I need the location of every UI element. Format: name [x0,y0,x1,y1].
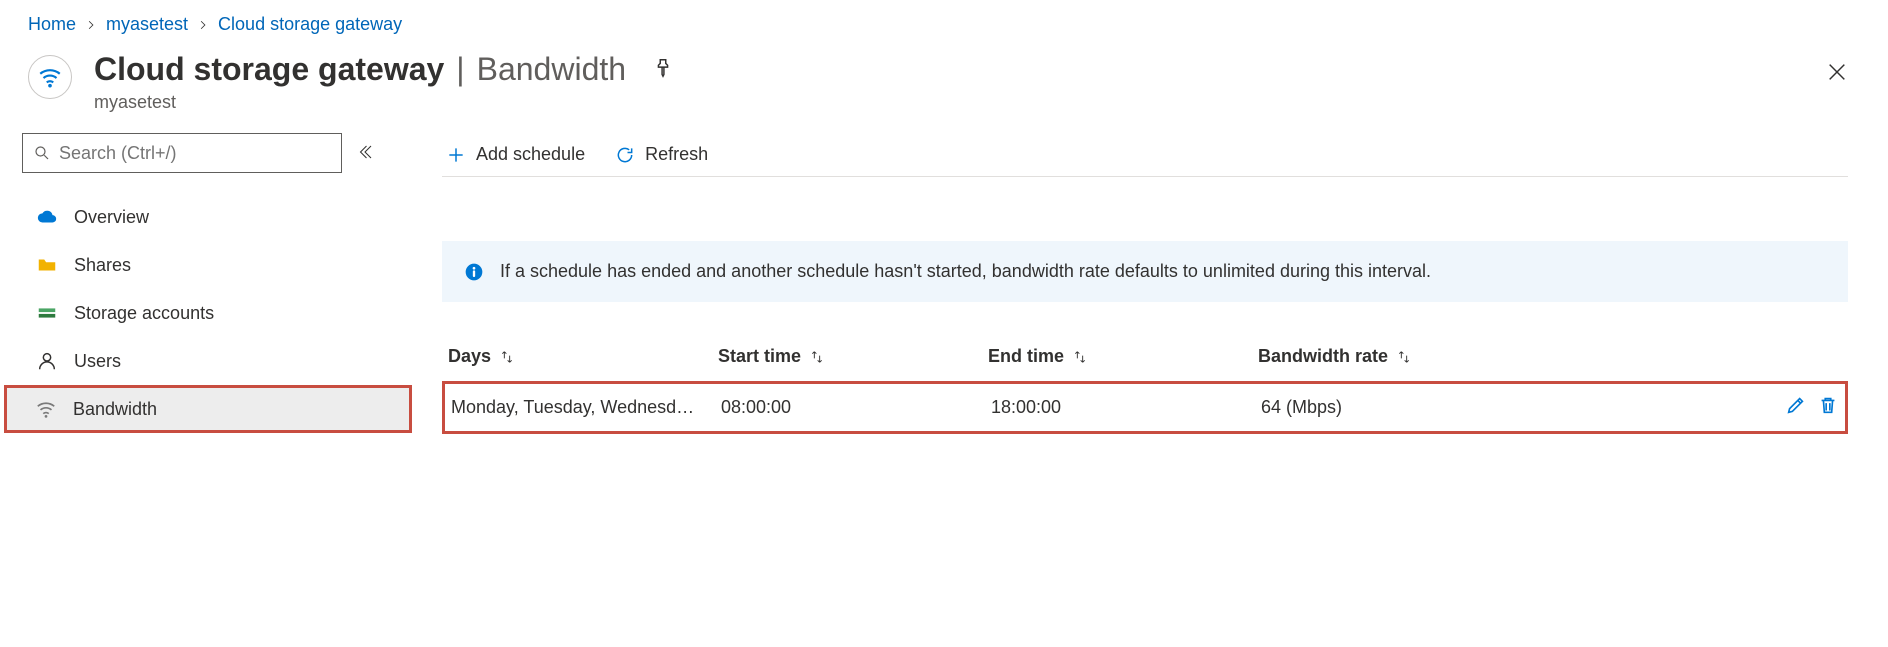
chevron-right-icon [86,20,96,30]
col-end-time[interactable]: End time [988,346,1258,367]
title-divider: | [456,51,464,88]
sidebar-nav: Overview Shares Storage accounts [22,193,412,433]
main-content: Add schedule Refresh If a schedule has e… [412,133,1888,647]
sidebar-item-bandwidth[interactable]: Bandwidth [4,385,412,433]
command-bar: Add schedule Refresh [442,133,1848,177]
sidebar-item-label: Users [74,351,121,372]
page-section: Bandwidth [477,51,626,88]
plus-icon [446,145,466,165]
col-label: Start time [718,346,801,367]
cloud-icon [36,206,58,228]
user-icon [36,350,58,372]
delete-button[interactable] [1817,394,1839,421]
info-icon [464,262,484,282]
trash-icon [1817,394,1839,416]
cell-end-time: 18:00:00 [991,397,1261,418]
cell-bandwidth-rate: 64 (Mbps) [1261,397,1749,418]
sidebar-item-overview[interactable]: Overview [22,193,412,241]
gateway-wifi-icon [28,55,72,99]
edit-button[interactable] [1785,394,1807,421]
pin-icon[interactable] [652,57,674,82]
info-text: If a schedule has ended and another sche… [500,261,1431,282]
close-icon[interactable] [1826,61,1848,86]
info-bar: If a schedule has ended and another sche… [442,241,1848,302]
add-schedule-button[interactable]: Add schedule [442,144,589,165]
sort-icon [809,349,825,365]
page-title: Cloud storage gateway [94,51,444,88]
col-start-time[interactable]: Start time [718,346,988,367]
sidebar-item-storage-accounts[interactable]: Storage accounts [22,289,412,337]
sidebar-item-label: Overview [74,207,149,228]
sidebar: Overview Shares Storage accounts [22,133,412,647]
col-label: End time [988,346,1064,367]
sidebar-item-label: Bandwidth [73,399,157,420]
search-icon [33,144,51,162]
pencil-icon [1785,394,1807,416]
sort-icon [499,349,515,365]
refresh-icon [615,145,635,165]
col-label: Days [448,346,491,367]
sort-icon [1396,349,1412,365]
storage-icon [36,302,58,324]
cmd-label: Refresh [645,144,708,165]
breadcrumb: Home myasetest Cloud storage gateway [0,0,1888,45]
col-label: Bandwidth rate [1258,346,1388,367]
sidebar-search[interactable] [22,133,342,173]
folder-icon [36,254,58,276]
breadcrumb-resource[interactable]: myasetest [106,14,188,35]
cell-days: Monday, Tuesday, Wednesd… [451,397,721,418]
page-subtitle: myasetest [94,92,674,113]
breadcrumb-service[interactable]: Cloud storage gateway [218,14,402,35]
breadcrumb-home[interactable]: Home [28,14,76,35]
collapse-sidebar-icon[interactable] [356,143,374,164]
refresh-button[interactable]: Refresh [611,144,712,165]
schedule-table: Days Start time End time Bandwidth rate [442,346,1848,434]
col-bandwidth-rate[interactable]: Bandwidth rate [1258,346,1752,367]
table-header: Days Start time End time Bandwidth rate [442,346,1848,381]
search-input[interactable] [23,134,341,172]
chevron-right-icon [198,20,208,30]
sidebar-item-label: Shares [74,255,131,276]
sort-icon [1072,349,1088,365]
page-header: Cloud storage gateway | Bandwidth myaset… [0,45,1888,133]
sidebar-item-users[interactable]: Users [22,337,412,385]
wifi-icon [35,398,57,420]
cmd-label: Add schedule [476,144,585,165]
col-days[interactable]: Days [448,346,718,367]
sidebar-item-label: Storage accounts [74,303,214,324]
table-row[interactable]: Monday, Tuesday, Wednesd… 08:00:00 18:00… [442,381,1848,434]
cell-start-time: 08:00:00 [721,397,991,418]
sidebar-item-shares[interactable]: Shares [22,241,412,289]
